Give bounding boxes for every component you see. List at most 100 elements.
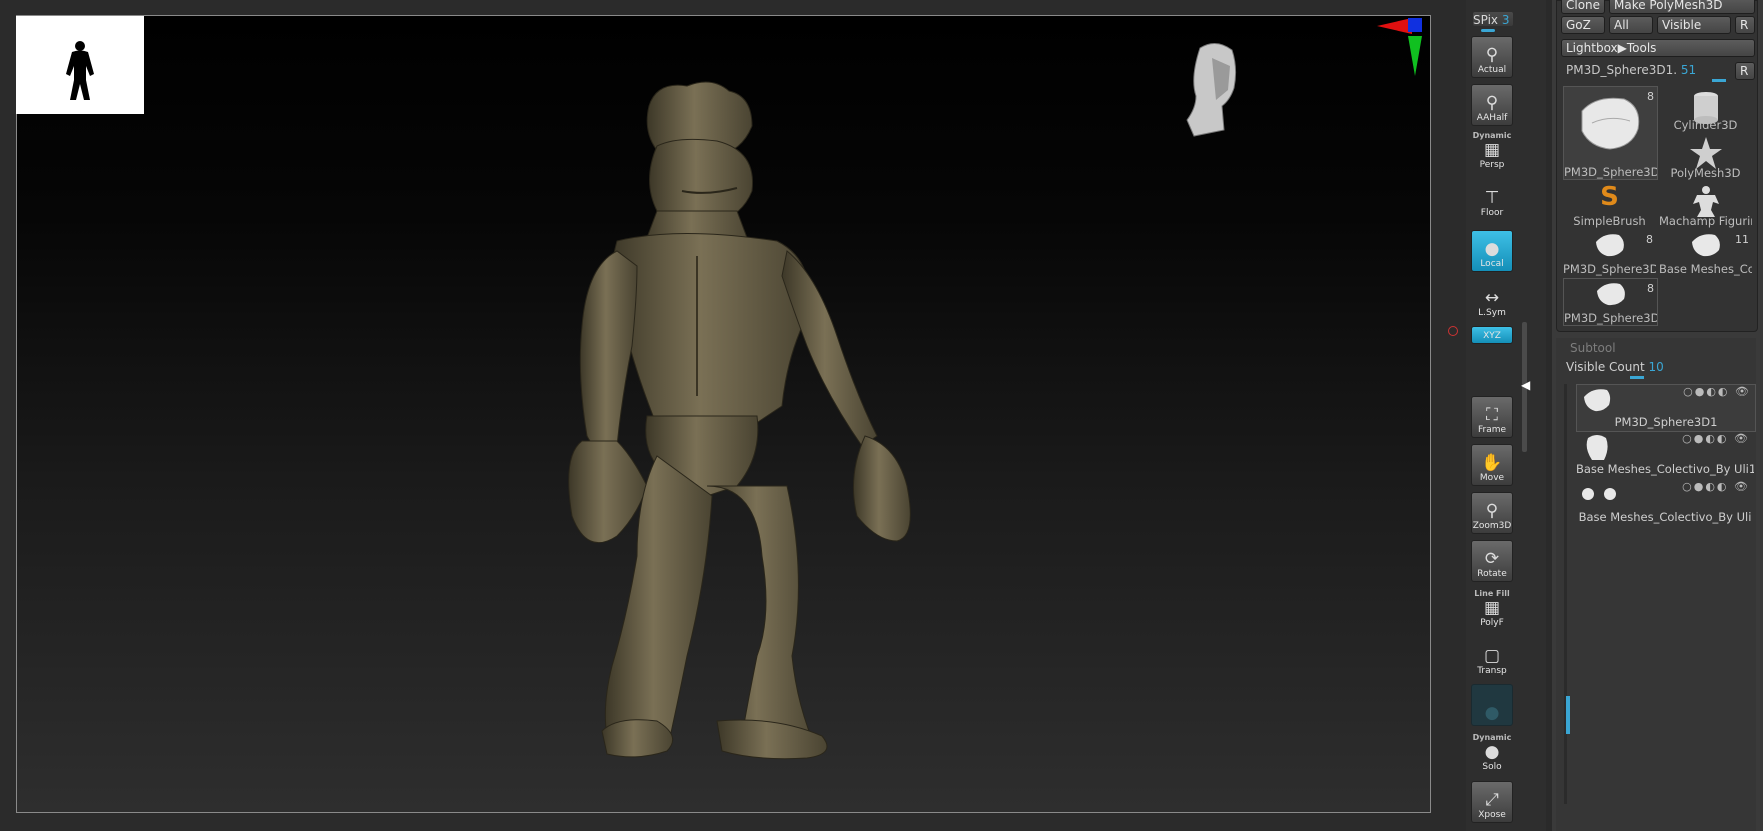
subtool-thumb-icon	[1584, 389, 1611, 412]
move-label: Move	[1479, 473, 1505, 483]
xyz-button[interactable]: XYZ	[1471, 326, 1513, 344]
xyz-label: XYZ	[1483, 331, 1501, 341]
tool-thumb-pm3d-sphere-2[interactable]: 8 PM3D_Sphere3D	[1563, 230, 1656, 276]
spix-label: SPix	[1473, 13, 1499, 27]
collapse-arrow-icon[interactable]: ◀	[1521, 378, 1530, 392]
persp-label: Persp	[1479, 160, 1505, 170]
visible-count-knob[interactable]	[1630, 376, 1644, 379]
local-label: Local	[1480, 259, 1504, 269]
persp-button[interactable]: Dynamic ▦ Persp	[1471, 130, 1513, 172]
tool-label: PM3D_Sphere3D	[1563, 262, 1656, 276]
rotate-icon: ⟳	[1484, 549, 1500, 569]
tool-label: Machamp Figurin	[1659, 214, 1752, 228]
tool-thumb-cylinder3d[interactable]: Cylinder3D	[1659, 86, 1752, 132]
current-tool-slider[interactable]: PM3D_Sphere3D1. 51	[1566, 63, 1696, 77]
local-button[interactable]: ● Local	[1471, 230, 1513, 272]
subtool-name: Base Meshes_Colectivo_By Uli1	[1576, 462, 1754, 476]
make-polymesh-button[interactable]: Make PolyMesh3D	[1609, 0, 1755, 14]
tool-label: Base Meshes_Co	[1659, 262, 1752, 276]
figurine-icon	[1692, 186, 1719, 217]
tool-count: 8	[1646, 233, 1653, 246]
subtool-toggles-icon[interactable]: ○●◐◐ 👁	[1683, 385, 1751, 398]
frame-icon: ⛶	[1486, 405, 1498, 425]
transp-label: Transp	[1477, 666, 1507, 676]
solo-dynamic-label: Dynamic	[1472, 733, 1512, 742]
current-tool-name: PM3D_Sphere3D1.	[1566, 63, 1678, 77]
tool-thumb-base-meshes[interactable]: 11 Base Meshes_Co	[1659, 230, 1752, 276]
xpose-button[interactable]: ⤢ Xpose	[1471, 781, 1513, 823]
floor-icon: ⊤	[1484, 188, 1500, 208]
solo-button[interactable]: Dynamic ● Solo	[1471, 732, 1513, 774]
lsym-button[interactable]: ↔ L.Sym	[1471, 278, 1513, 320]
floor-label: Floor	[1480, 208, 1504, 218]
navigation-thumbnail[interactable]	[16, 16, 144, 114]
tool-slider-knob[interactable]	[1712, 79, 1726, 82]
tool-label: PM3D_Sphere3D	[1564, 311, 1657, 325]
tool-thumb-pm3d-sphere-3[interactable]: 8 PM3D_Sphere3D	[1563, 278, 1658, 326]
axis-gizmo-icon[interactable]	[1372, 16, 1422, 78]
aahalf-label: AAHalf	[1476, 113, 1508, 123]
tool-count: 8	[1647, 90, 1654, 103]
lightbox-tools-button[interactable]: Lightbox▶Tools	[1561, 39, 1755, 57]
visible-button[interactable]: Visible	[1657, 16, 1731, 34]
document-canvas[interactable]	[16, 15, 1431, 813]
sphere-mesh-icon	[1595, 234, 1624, 257]
subtool-name: Base Meshes_Colectivo_By Uli	[1578, 510, 1752, 524]
actual-label: Actual	[1477, 65, 1507, 75]
spix-control[interactable]: SPix 3	[1473, 13, 1510, 27]
subtool-title[interactable]: Subtool	[1570, 341, 1616, 355]
transp-button[interactable]: ▢ Transp	[1471, 636, 1513, 678]
subtool-item[interactable]: ○●◐◐ 👁 Base Meshes_Colectivo_By Uli	[1576, 480, 1754, 526]
rotate-button[interactable]: ⟳ Rotate	[1471, 540, 1513, 582]
visible-count-slider[interactable]: Visible Count 10	[1566, 360, 1664, 374]
xpose-icon: ⤢	[1485, 790, 1499, 810]
tool-thumb-machamp[interactable]: Machamp Figurin	[1659, 182, 1752, 228]
goz-button[interactable]: GoZ	[1561, 16, 1605, 34]
head-orientation-icon[interactable]	[1182, 38, 1244, 140]
ghost-icon: ●	[1484, 703, 1500, 723]
subtool-item[interactable]: ○●◐◐ 👁 PM3D_Sphere3D1	[1576, 384, 1756, 432]
move-button[interactable]: ✋ Move	[1471, 444, 1513, 486]
xpose-label: Xpose	[1478, 810, 1506, 820]
subtool-name: PM3D_Sphere3D1	[1614, 415, 1718, 429]
r2-button[interactable]: R	[1735, 62, 1755, 80]
r-button[interactable]: R	[1735, 16, 1755, 34]
polyf-linefill-label: Line Fill	[1474, 589, 1510, 598]
subtool-scroll-thumb[interactable]	[1566, 696, 1570, 734]
ghost-button[interactable]: ●	[1471, 684, 1513, 726]
tool-thumb-polymesh3d[interactable]: PolyMesh3D	[1659, 134, 1752, 180]
polygrid-icon: ▦	[1483, 598, 1501, 618]
sculpt-model[interactable]	[568, 81, 911, 760]
actual-button[interactable]: ⚲ Actual	[1471, 36, 1513, 78]
figure-silhouette-icon	[66, 41, 94, 100]
current-tool-count: 51	[1680, 63, 1697, 77]
polyf-button[interactable]: Line Fill ▦ PolyF	[1471, 588, 1513, 630]
visible-count-label: Visible Count	[1566, 360, 1645, 374]
visible-count-value: 10	[1648, 360, 1664, 374]
spix-slider[interactable]	[1481, 29, 1495, 32]
sphere-mesh-icon	[1596, 283, 1625, 306]
subtool-toggles-icon[interactable]: ○●◐◐ 👁	[1682, 480, 1750, 493]
subtool-toggles-icon[interactable]: ○●◐◐ 👁	[1682, 432, 1750, 445]
simplebrush-icon: S	[1600, 182, 1619, 212]
tool-thumb-simplebrush[interactable]: S SimpleBrush	[1563, 182, 1656, 228]
floor-button[interactable]: ⊤ Floor	[1471, 178, 1513, 220]
zoom3d-button[interactable]: ⚲ Zoom3D	[1471, 492, 1513, 534]
polyf-label: PolyF	[1480, 618, 1504, 628]
subtool-item[interactable]: ○●◐◐ 👁 Base Meshes_Colectivo_By Uli1	[1576, 432, 1754, 478]
magnifier-icon: ⚲	[1485, 93, 1499, 113]
tool-label: PolyMesh3D	[1670, 166, 1741, 180]
tool-count: 8	[1647, 282, 1654, 295]
aahalf-button[interactable]: ⚲ AAHalf	[1471, 84, 1513, 126]
subtool-scrollbar[interactable]	[1564, 384, 1567, 804]
all-button[interactable]: All	[1609, 16, 1653, 34]
tool-label: Cylinder3D	[1673, 118, 1738, 132]
clone-button[interactable]: Clone	[1561, 0, 1605, 14]
zoom-icon: ⚲	[1485, 501, 1499, 521]
transparency-icon: ▢	[1483, 646, 1501, 666]
sphere-mesh-icon	[1581, 97, 1639, 150]
tool-thumb-pm3d-sphere[interactable]: 8 PM3D_Sphere3D	[1563, 86, 1658, 180]
solo-label: Solo	[1482, 762, 1502, 772]
frame-label: Frame	[1477, 425, 1507, 435]
frame-button[interactable]: ⛶ Frame	[1471, 396, 1513, 438]
